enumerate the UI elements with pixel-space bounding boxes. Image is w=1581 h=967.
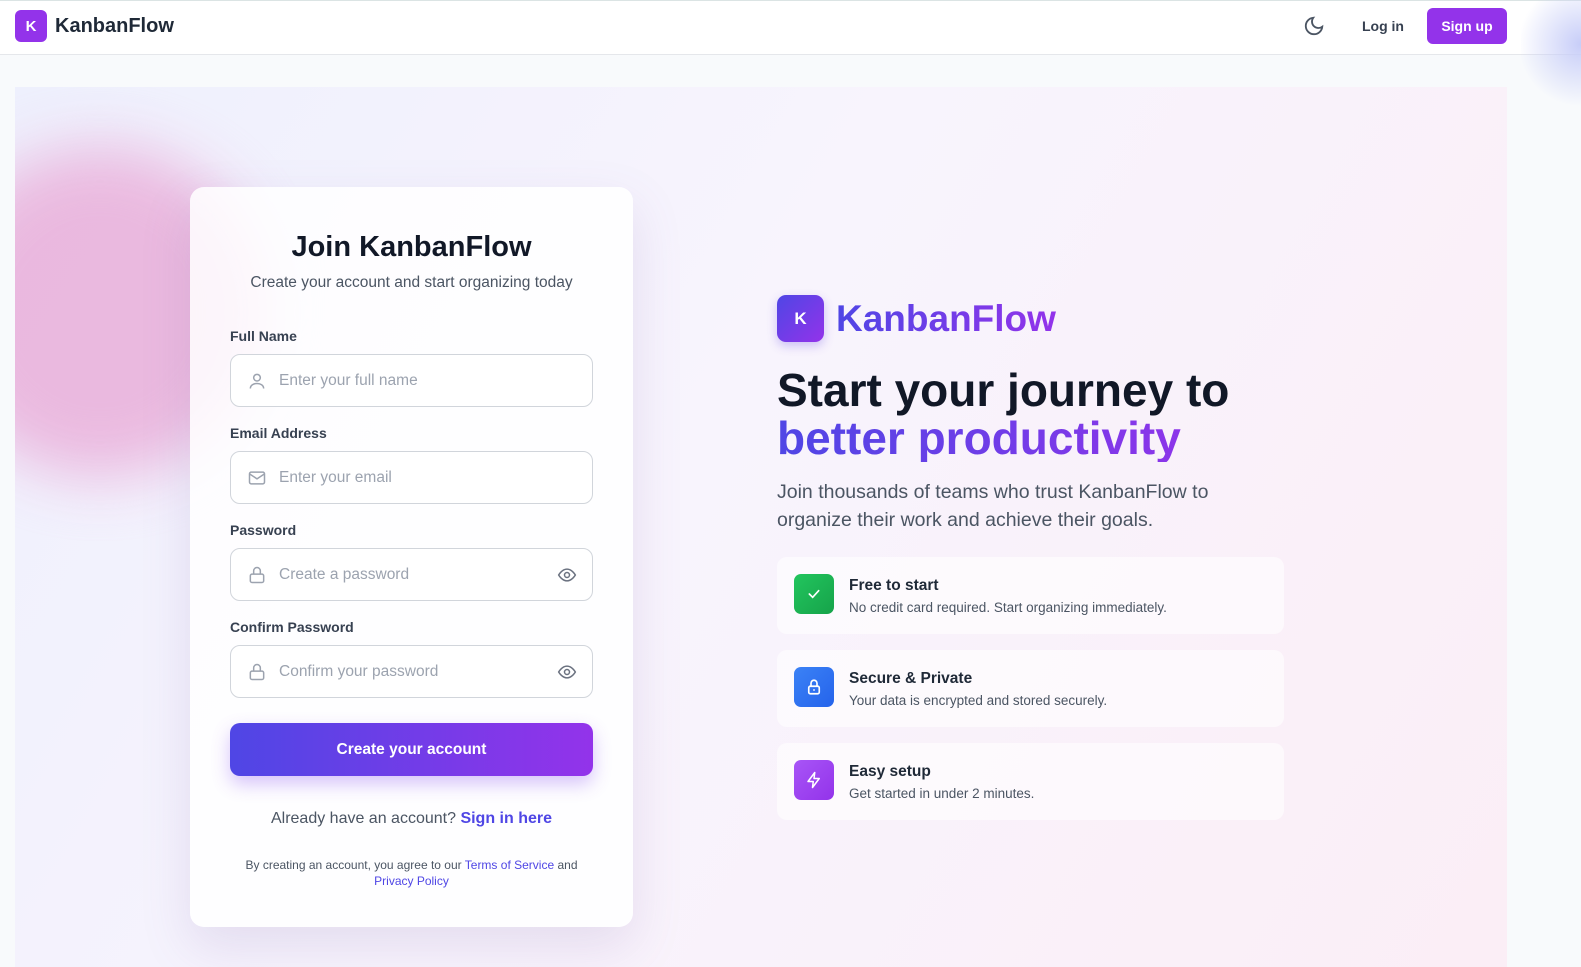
eye-icon[interactable] [556, 565, 578, 585]
email-field[interactable] [230, 451, 593, 504]
feature-title: Secure & Private [849, 670, 973, 687]
moon-icon[interactable] [1303, 15, 1325, 37]
create-account-button[interactable]: Create your account [230, 723, 593, 776]
email-label: Email Address [230, 425, 327, 441]
full-name-field[interactable] [230, 354, 593, 407]
feature-desc: Your data is encrypted and stored secure… [849, 693, 1108, 708]
confirm-password-label: Confirm Password [230, 619, 354, 635]
decorative-glow [1521, 0, 1581, 110]
feature-free: Free to start No credit card required. S… [777, 557, 1284, 634]
lock-icon [249, 663, 265, 681]
hero-brand: KanbanFlow [836, 298, 1056, 339]
terms-notice: By creating an account, you agree to our… [230, 857, 593, 889]
feature-desc: No credit card required. Start organizin… [849, 600, 1167, 615]
terms-prefix: By creating an account, you agree to our [245, 858, 462, 872]
heading-line-2: better productivity [777, 414, 1229, 462]
feature-title: Free to start [849, 577, 939, 594]
brand-name[interactable]: KanbanFlow [55, 15, 174, 38]
confirm-password-field[interactable] [230, 645, 593, 698]
check-icon [794, 574, 834, 614]
signup-button[interactable]: Sign up [1427, 8, 1507, 44]
lock-icon [249, 566, 265, 584]
heading-line-1: Start your journey to [777, 364, 1230, 416]
lock-icon [794, 667, 834, 707]
full-name-input[interactable] [279, 355, 539, 406]
hero-logo-icon: K [777, 295, 824, 342]
top-navbar: K KanbanFlow Log in Sign up [0, 0, 1581, 55]
full-name-label: Full Name [230, 328, 297, 344]
feature-secure: Secure & Private Your data is encrypted … [777, 650, 1284, 727]
signin-prompt: Already have an account? Sign in here [190, 810, 633, 828]
user-icon [249, 373, 265, 389]
terms-and: and [557, 858, 578, 872]
password-label: Password [230, 522, 297, 538]
logo-icon[interactable]: K [15, 10, 47, 42]
form-title: Join KanbanFlow [291, 231, 532, 263]
email-input[interactable] [279, 452, 539, 503]
form-subtitle: Create your account and start organizing… [250, 274, 573, 291]
terms-link[interactable]: Terms of Service [465, 858, 554, 872]
password-input[interactable] [279, 549, 539, 600]
privacy-link[interactable]: Privacy Policy [374, 874, 449, 888]
already-text: Already have an account? [270, 810, 456, 827]
feature-setup: Easy setup Get started in under 2 minute… [777, 743, 1284, 820]
eye-icon[interactable] [556, 662, 578, 682]
lightning-icon [794, 760, 834, 800]
feature-title: Easy setup [849, 763, 931, 780]
feature-desc: Get started in under 2 minutes. [849, 786, 1035, 801]
signup-card: Join KanbanFlow Create your account and … [190, 187, 633, 927]
signin-link[interactable]: Sign in here [460, 810, 552, 827]
hero-paragraph: Join thousands of teams who trust Kanban… [777, 481, 1209, 531]
confirm-password-input[interactable] [279, 646, 539, 697]
login-button[interactable]: Log in [1352, 9, 1414, 43]
hero-heading: Start your journey to better productivit… [777, 366, 1229, 462]
mail-icon [248, 471, 266, 485]
password-field[interactable] [230, 548, 593, 601]
